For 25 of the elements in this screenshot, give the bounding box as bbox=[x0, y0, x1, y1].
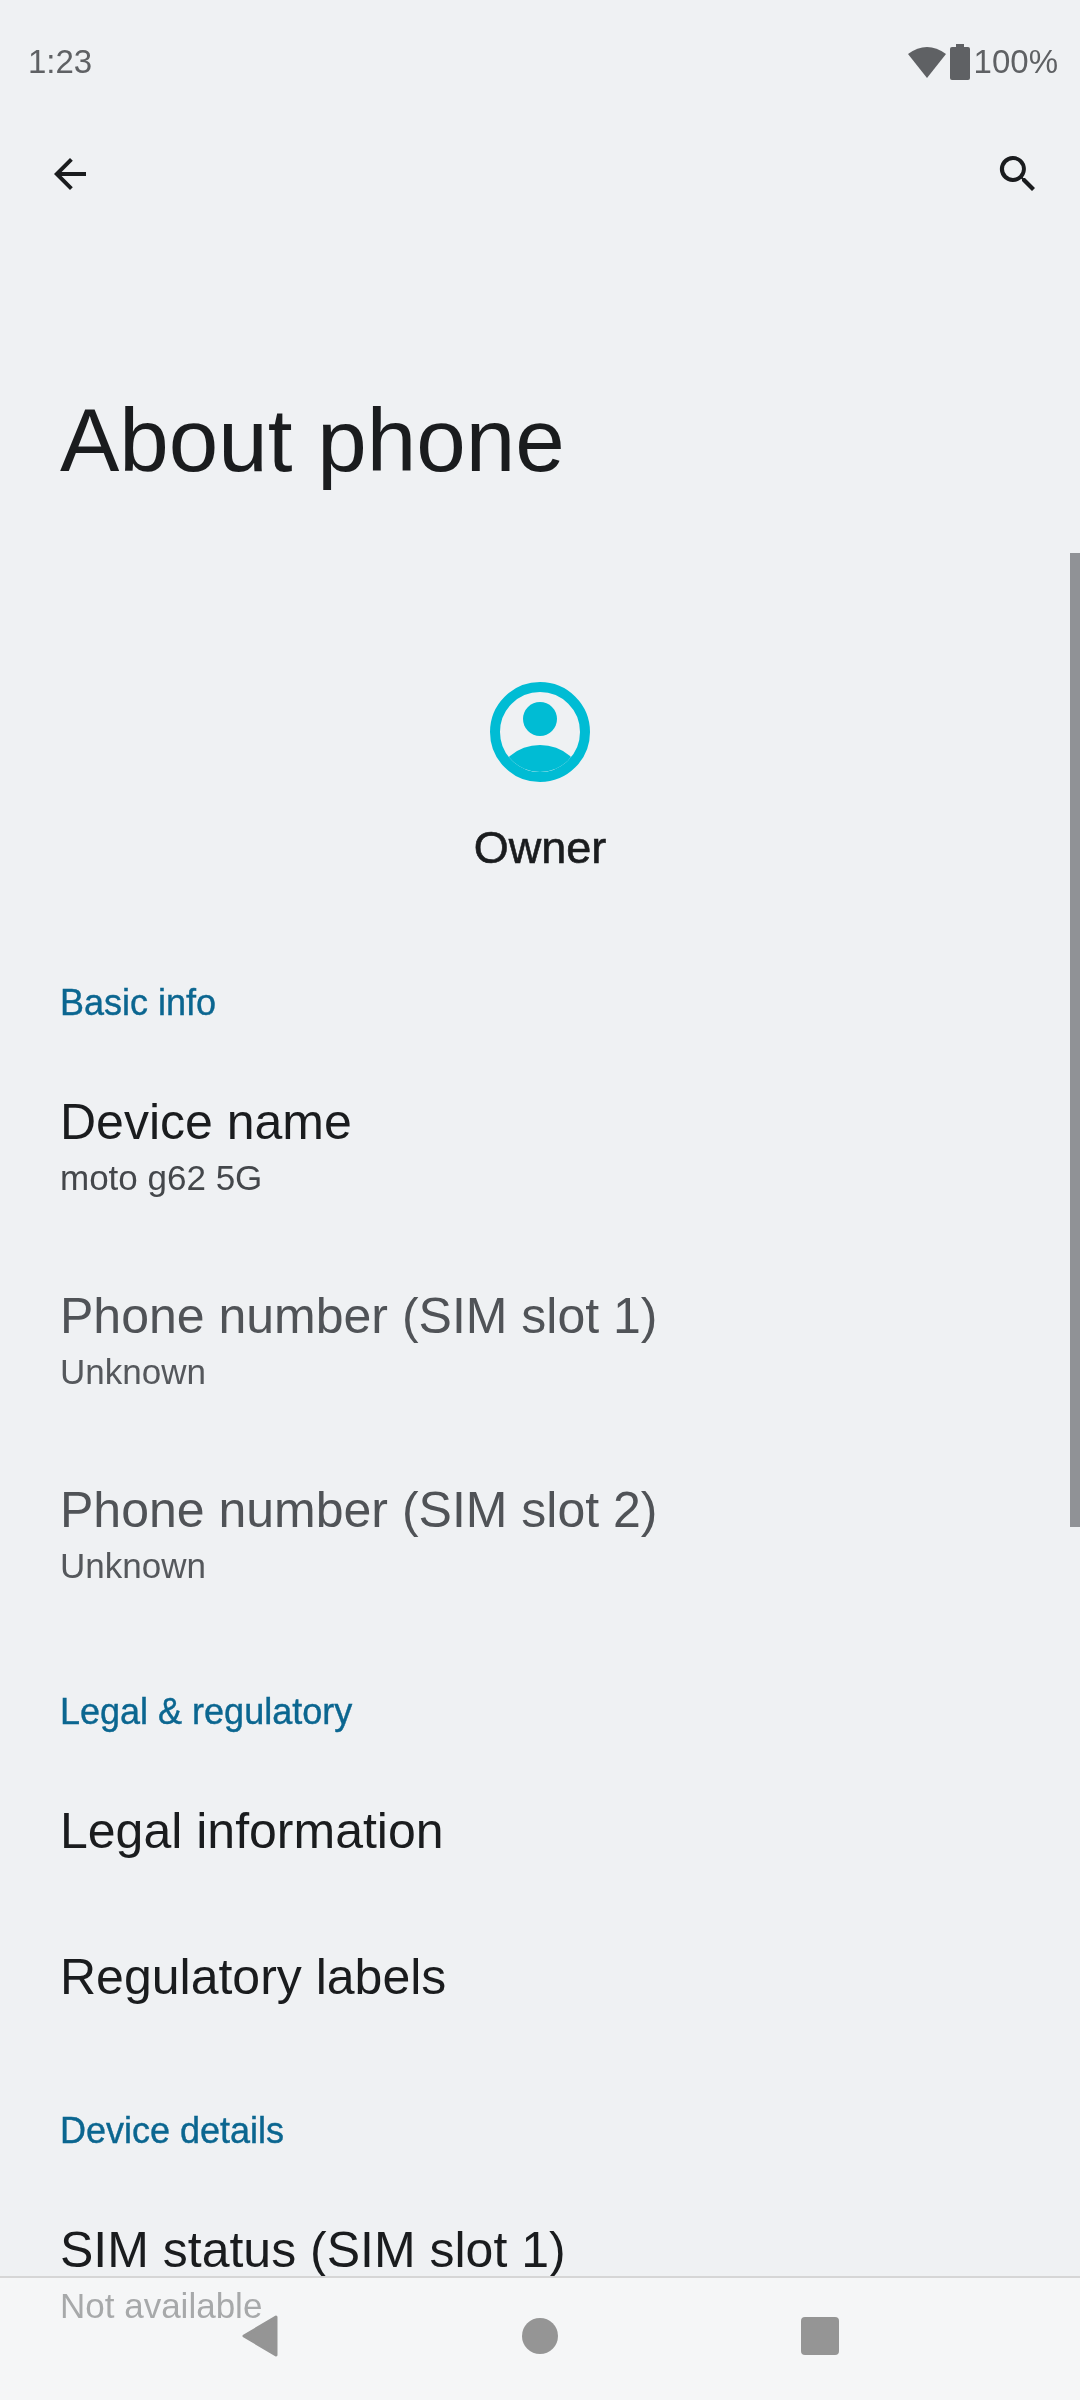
profile-name: Owner bbox=[473, 821, 607, 875]
settings-item[interactable]: Device name moto g62 5G bbox=[60, 1092, 352, 1200]
item-title: Phone number (SIM slot 1) bbox=[60, 1287, 658, 1346]
item-title: Phone number (SIM slot 2) bbox=[60, 1481, 658, 1540]
scrollbar[interactable] bbox=[1070, 553, 1080, 1527]
page-title: About phone bbox=[60, 390, 566, 490]
item-summary: Unknown bbox=[60, 1351, 207, 1393]
battery-percent: 100% bbox=[973, 43, 1058, 81]
section-header: Basic info bbox=[60, 981, 218, 1025]
avatar-icon[interactable] bbox=[490, 682, 590, 782]
item-summary: moto g62 5G bbox=[60, 1157, 264, 1199]
status-time: 1:23 bbox=[28, 43, 93, 81]
settings-item[interactable]: Legal information bbox=[60, 1801, 444, 1861]
item-title: SIM status (SIM slot 1) bbox=[60, 2221, 566, 2280]
wifi-icon bbox=[907, 46, 946, 78]
settings-item[interactable]: Regulatory labels bbox=[60, 1947, 447, 2007]
item-title: Device name bbox=[60, 1093, 352, 1152]
battery-icon bbox=[949, 44, 970, 80]
recents-button[interactable] bbox=[800, 2317, 839, 2355]
section-header: Device details bbox=[60, 2109, 286, 2153]
settings-item[interactable]: SIM status (SIM slot 1) Not available bbox=[60, 2220, 566, 2328]
item-summary: Unknown bbox=[60, 1545, 207, 1587]
section-header: Legal & regulatory bbox=[60, 1690, 354, 1734]
item-summary: Not available bbox=[60, 2285, 264, 2327]
home-button[interactable] bbox=[522, 2318, 558, 2354]
